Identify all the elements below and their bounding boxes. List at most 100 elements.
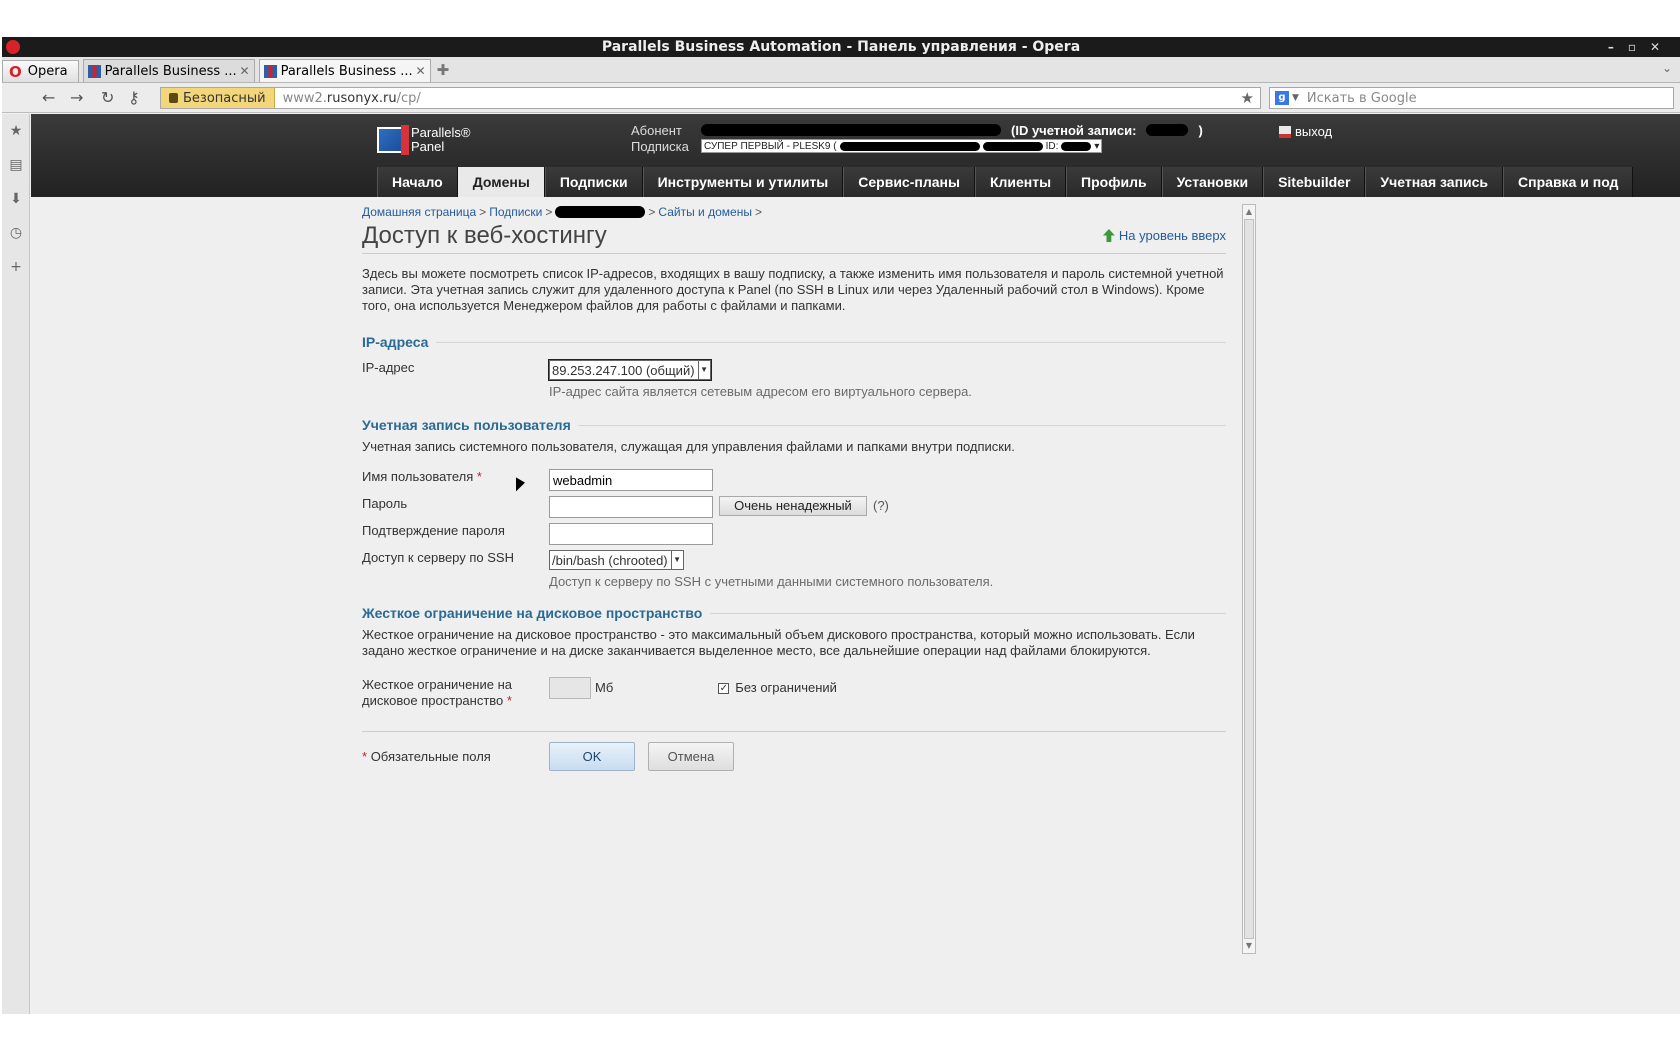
quota-desc: Жесткое ограничение на дисковое простран…: [362, 627, 1195, 658]
unlimited-checkbox[interactable]: ✓: [718, 682, 730, 694]
nav-item-profile[interactable]: Профиль: [1066, 167, 1162, 197]
opera-logo-icon[interactable]: [6, 40, 20, 54]
confirm-password-input[interactable]: [549, 523, 713, 545]
main-content: Домашняя страница > Подписки > > Сайты и…: [362, 204, 1226, 771]
unlimited-label[interactable]: Без ограничений: [735, 677, 837, 699]
scroll-up-icon[interactable]: ▲: [1243, 205, 1255, 219]
password-label: Пароль: [362, 496, 408, 511]
subscriber-label: Абонент: [631, 122, 682, 138]
quota-input: [549, 677, 591, 699]
tab-label: Parallels Business ...: [280, 63, 412, 79]
bookmarks-icon[interactable]: ★: [2, 114, 30, 148]
chevron-down-icon: ▼: [697, 361, 710, 379]
cancel-button[interactable]: Отмена: [648, 742, 734, 771]
chevron-down-icon[interactable]: ⌄: [1662, 61, 1672, 75]
history-icon[interactable]: ◷: [2, 216, 30, 250]
nav-item-account[interactable]: Учетная запись: [1365, 167, 1504, 197]
quota-unit: Мб: [595, 680, 614, 695]
side-panel: ★ ▤ ⬇ ◷ +: [2, 114, 30, 1014]
redacted-name: [701, 124, 1001, 136]
bookmark-star-icon[interactable]: ★: [1241, 89, 1260, 107]
required-note: Обязательные поля: [370, 748, 491, 764]
parallels-favicon-icon: [263, 64, 277, 78]
username-input[interactable]: [549, 469, 713, 491]
parallels-logo[interactable]: Parallels® Panel: [377, 125, 470, 155]
nav-item-clients[interactable]: Клиенты: [974, 167, 1067, 197]
password-strength-indicator: Очень ненадежный: [719, 496, 867, 516]
nav-item-sitebuilder[interactable]: Sitebuilder: [1263, 167, 1366, 197]
ok-button[interactable]: OK: [549, 742, 635, 771]
password-help-link[interactable]: (?): [873, 496, 889, 516]
google-icon[interactable]: g: [1275, 91, 1289, 105]
tab-2[interactable]: Parallels Business ... ✕: [258, 59, 431, 82]
window-title: Parallels Business Automation - Панель у…: [601, 39, 1081, 55]
close-icon[interactable]: ✕: [240, 64, 250, 78]
user-section-title: Учетная запись пользователя: [362, 417, 1226, 433]
nav-item-subscriptions[interactable]: Подписки: [544, 167, 643, 197]
user-section-desc: Учетная запись системного пользователя, …: [362, 439, 1015, 454]
opera-menu-icon: O: [9, 62, 22, 81]
opera-menu-label: Opera: [27, 64, 68, 79]
panel-header: Parallels® Panel Абонент (ID учетной запи…: [31, 114, 1680, 197]
add-panel-icon[interactable]: +: [2, 250, 30, 284]
url-text[interactable]: www2.rusonyx.ru/cp/: [275, 91, 1241, 106]
nav-item-settings[interactable]: Установки: [1161, 167, 1264, 197]
subscription-select[interactable]: СУПЕР ПЕРВЫЙ - PLESK9 ( ID: ▾: [701, 139, 1103, 153]
ssh-label: Доступ к серверу по SSH: [362, 550, 514, 565]
redacted-id: [1146, 124, 1189, 136]
ip-select[interactable]: 89.253.247.100 (общий) ▼: [548, 359, 712, 381]
nav-item-tools[interactable]: Инструменты и утилиты: [642, 167, 844, 197]
tab-1[interactable]: Parallels Business ... ✕: [82, 59, 255, 82]
ip-hint: IP-адрес сайта является сетевым адресом …: [549, 384, 972, 399]
scrollbar[interactable]: ▲ ▼: [1242, 204, 1256, 954]
parallels-logo-icon: [377, 125, 409, 155]
tab-label: Parallels Business ...: [104, 63, 236, 79]
unlimited-checkbox-row[interactable]: ✓ Без ограничений: [718, 677, 837, 699]
page-intro: Здесь вы можете посмотреть список IP-адр…: [362, 266, 1224, 313]
breadcrumb-home[interactable]: Домашняя страница: [362, 205, 476, 219]
ip-label: IP-адрес: [362, 360, 415, 375]
password-input[interactable]: [549, 496, 713, 518]
back-icon[interactable]: ←: [42, 88, 55, 107]
nav-item-home[interactable]: Начало: [377, 167, 458, 197]
breadcrumb-redacted[interactable]: [555, 206, 646, 218]
browser-window: Parallels Business Automation - Панель у…: [2, 37, 1680, 1014]
chevron-down-icon[interactable]: ▼: [1292, 93, 1299, 103]
breadcrumb-sites[interactable]: Сайты и домены: [658, 205, 752, 219]
page-title: Доступ к веб-хостингу: [362, 222, 1226, 254]
navigation-bar: ← → ↻ ⚷ Безопасный www2.rusonyx.ru/cp/ ★…: [2, 83, 1680, 113]
new-tab-icon[interactable]: ✚: [437, 61, 450, 79]
close-icon[interactable]: ✕: [416, 64, 426, 78]
ip-section-title: IP-адреса: [362, 334, 1226, 350]
security-badge[interactable]: Безопасный: [161, 88, 275, 108]
quota-label-line1: Жесткое ограничение на: [362, 677, 513, 692]
scrollbar-thumb[interactable]: [1244, 219, 1254, 939]
up-level-link[interactable]: На уровень вверх: [1102, 228, 1226, 243]
nav-item-service-plans[interactable]: Сервис-планы: [843, 167, 975, 197]
quota-label-line2: дисковое пространство: [362, 693, 504, 708]
search-placeholder: Искать в Google: [1306, 90, 1417, 106]
scroll-down-icon[interactable]: ▼: [1243, 939, 1255, 953]
downloads-icon[interactable]: ⬇: [2, 182, 30, 216]
username-label: Имя пользователя: [362, 469, 474, 484]
account-id-label: (ID учетной записи:: [1011, 122, 1137, 138]
forward-icon[interactable]: →: [70, 88, 83, 107]
opera-menu-button[interactable]: O Opera: [2, 60, 79, 82]
chevron-down-icon: ▾: [1094, 140, 1100, 152]
nav-item-help[interactable]: Справка и под: [1503, 167, 1634, 197]
logout-link[interactable]: выход: [1279, 124, 1332, 139]
window-controls[interactable]: –▫✕: [1608, 37, 1674, 57]
divider: [362, 731, 1226, 732]
nav-item-domains[interactable]: Домены: [457, 167, 545, 197]
notes-icon[interactable]: ▤: [2, 148, 30, 182]
search-field[interactable]: g ▼ Искать в Google: [1269, 87, 1674, 109]
ssh-row: Доступ к серверу по SSH /bin/bash (chroo…: [362, 550, 1226, 570]
breadcrumb-subscriptions[interactable]: Подписки: [489, 205, 542, 219]
address-bar[interactable]: Безопасный www2.rusonyx.ru/cp/ ★: [160, 87, 1261, 109]
ssh-select[interactable]: /bin/bash (chrooted) ▼: [549, 550, 684, 570]
reload-icon[interactable]: ↻: [101, 88, 114, 107]
logout-icon: [1279, 125, 1291, 138]
form-buttons: * Обязательные поля OK Отмена: [362, 742, 1226, 771]
title-bar: Parallels Business Automation - Панель у…: [2, 37, 1680, 57]
key-icon[interactable]: ⚷: [128, 88, 140, 107]
